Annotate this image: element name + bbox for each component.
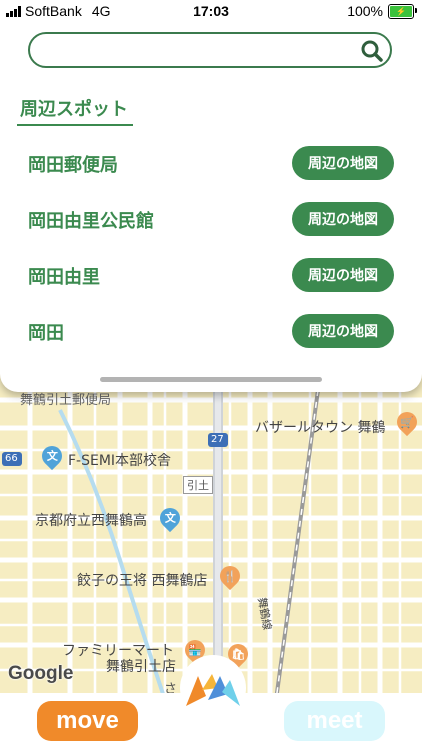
- nearby-map-button[interactable]: 周辺の地図: [292, 146, 394, 180]
- app-logo-icon[interactable]: [184, 670, 242, 710]
- spot-name[interactable]: 岡田由里: [28, 263, 100, 289]
- spot-name[interactable]: 岡田郵便局: [28, 151, 118, 177]
- google-attribution[interactable]: Google: [8, 663, 73, 685]
- list-item: 岡田 周辺の地図: [28, 314, 394, 348]
- battery-status: 100% ⚡: [347, 3, 417, 19]
- list-item: 岡田由里 周辺の地図: [28, 258, 394, 292]
- nearby-map-button[interactable]: 周辺の地図: [292, 202, 394, 236]
- battery-percent: 100%: [347, 3, 383, 19]
- map-label-familymart-branch[interactable]: 舞鶴引土店: [106, 656, 176, 676]
- list-item: 岡田郵便局 周辺の地図: [28, 146, 394, 180]
- move-button[interactable]: move: [37, 701, 138, 741]
- search-input[interactable]: [28, 32, 392, 68]
- battery-charging-icon: ⚡: [388, 3, 417, 19]
- sheet-drag-handle[interactable]: [100, 377, 322, 382]
- meet-button[interactable]: meet: [284, 701, 385, 741]
- map-label-bazaar[interactable]: バザールタウン 舞鶴: [255, 417, 385, 437]
- nearby-spots-sheet: 周辺スポット 岡田郵便局 周辺の地図 岡田由里公民館 周辺の地図 岡田由里 周辺…: [0, 0, 422, 392]
- nearby-map-button[interactable]: 周辺の地図: [292, 314, 394, 348]
- station-label-hikitsuchi[interactable]: 引土: [183, 476, 213, 494]
- map-label-school[interactable]: 京都府立西舞鶴高: [35, 510, 147, 530]
- spot-name[interactable]: 岡田: [28, 319, 64, 345]
- status-bar: SoftBank 4G 17:03 100% ⚡: [0, 0, 422, 24]
- spot-name[interactable]: 岡田由里公民館: [28, 207, 154, 233]
- section-title-nearby-spots: 周辺スポット: [20, 99, 128, 120]
- route-shield-27: 27: [211, 434, 224, 445]
- nearby-map-button[interactable]: 周辺の地図: [292, 258, 394, 292]
- search-icon[interactable]: [360, 39, 384, 63]
- list-item: 岡田由里公民館 周辺の地図: [28, 202, 394, 236]
- map-label-gyoza[interactable]: 餃子の王将 西舞鶴店: [77, 570, 207, 590]
- section-underline: [17, 124, 133, 126]
- map-label-fsemi[interactable]: F-SEMI本部校舎: [68, 450, 171, 470]
- route-shield-66: 66: [5, 453, 18, 464]
